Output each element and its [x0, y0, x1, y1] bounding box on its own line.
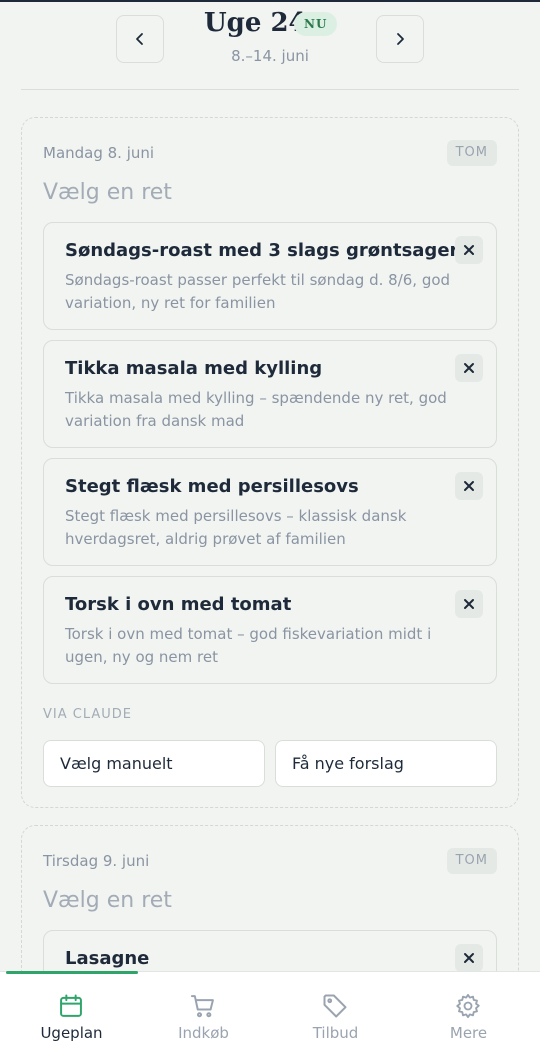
suggestion-source-label: VIA CLAUDE: [43, 707, 133, 722]
suggestion-card[interactable]: Stegt flæsk med persillesovs Stegt flæsk…: [43, 458, 497, 566]
dismiss-suggestion-button[interactable]: [455, 472, 483, 500]
new-suggestions-button[interactable]: Få nye forslag: [275, 740, 497, 787]
suggestion-card[interactable]: Torsk i ovn med tomat Torsk i ovn med to…: [43, 576, 497, 684]
close-icon: [464, 481, 474, 491]
next-week-button[interactable]: [376, 15, 424, 63]
close-icon: [464, 245, 474, 255]
close-icon: [464, 363, 474, 373]
suggestion-reason: Tikka masala med kylling – spændende ny …: [65, 389, 447, 430]
calendar-icon: [60, 994, 82, 1017]
choose-manually-button[interactable]: Vælg manuelt: [43, 740, 265, 787]
nav-item-ugeplan[interactable]: Ugeplan: [4, 972, 139, 1057]
dismiss-suggestion-button[interactable]: [455, 236, 483, 264]
nav-item-tilbud[interactable]: Tilbud: [268, 972, 403, 1057]
dismiss-suggestion-button[interactable]: [455, 354, 483, 382]
suggestion-reason: Søndags-roast passer perfekt til søndag …: [65, 271, 451, 312]
week-title: Uge 24: [204, 8, 307, 38]
suggestion-name: Søndags-roast med 3 slags grøntsager: [65, 240, 459, 261]
week-header: Uge 24 NU 8.–14. juni: [0, 0, 540, 90]
nav-item-indkob[interactable]: Indkøb: [136, 972, 271, 1057]
suggestion-name: Lasagne: [65, 948, 150, 969]
choose-dish-title: Vælg en ret: [43, 180, 172, 205]
day-date: Mandag 8. juni: [43, 144, 155, 162]
suggestion-name: Tikka masala med kylling: [65, 358, 323, 379]
nav-label: Tilbud: [312, 1024, 359, 1042]
tag-icon: [323, 994, 347, 1018]
empty-status-badge: TOM: [446, 140, 497, 166]
nav-item-mere[interactable]: Mere: [401, 972, 536, 1057]
current-week-badge: NU: [294, 12, 338, 36]
suggestion-reason: Torsk i ovn med tomat – god fiskevariati…: [65, 625, 432, 666]
suggestion-card[interactable]: Søndags-roast med 3 slags grøntsager Søn…: [43, 222, 497, 330]
chevron-right-icon: [397, 33, 404, 45]
suggestion-name: Stegt flæsk med persillesovs: [65, 476, 359, 497]
gear-icon: [456, 993, 480, 1019]
week-date-range: 8.–14. juni: [231, 47, 309, 65]
nav-label: Ugeplan: [40, 1024, 103, 1042]
dismiss-suggestion-button[interactable]: [455, 590, 483, 618]
close-icon: [464, 953, 474, 963]
suggestion-reason: Stegt flæsk med persillesovs – klassisk …: [65, 507, 407, 548]
suggestion-name: Torsk i ovn med tomat: [65, 594, 292, 615]
suggestion-card[interactable]: Tikka masala med kylling Tikka masala me…: [43, 340, 497, 448]
nav-label: Mere: [449, 1024, 488, 1042]
choose-dish-title: Vælg en ret: [43, 888, 172, 913]
day-date: Tirsdag 9. juni: [43, 852, 150, 870]
cart-icon: [190, 995, 214, 1018]
dismiss-suggestion-button[interactable]: [455, 944, 483, 972]
day-card-monday: Mandag 8. juni TOM Vælg en ret Søndags-r…: [21, 117, 519, 808]
bottom-navigation: Ugeplan Indkøb Tilbud Mere: [0, 971, 540, 1057]
header-divider: [21, 89, 519, 90]
close-icon: [464, 599, 474, 609]
nav-label: Indkøb: [178, 1024, 229, 1042]
empty-status-badge: TOM: [446, 848, 497, 874]
chevron-left-icon: [136, 33, 143, 45]
